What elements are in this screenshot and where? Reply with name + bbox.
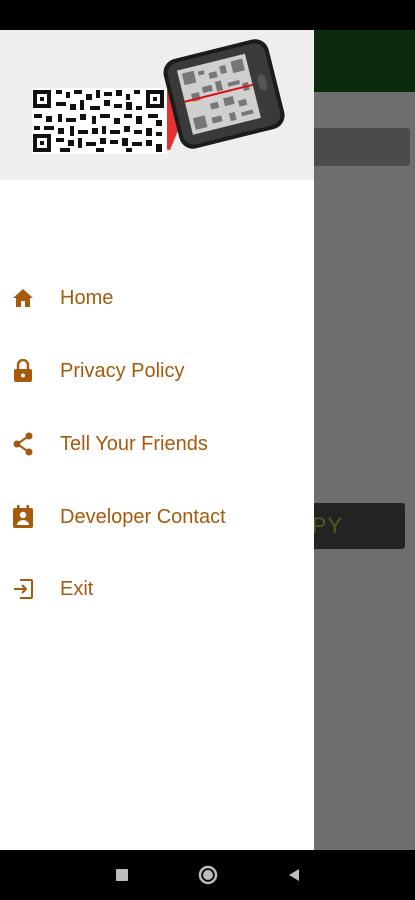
status-bar: [0, 0, 415, 30]
lock-icon: [10, 358, 36, 384]
circle-icon: [198, 865, 218, 885]
navigation-drawer: Home Privacy Policy Tell Your Friends De…: [0, 30, 314, 850]
menu-item-developer-contact[interactable]: Developer Contact: [0, 487, 314, 547]
drawer-header: [0, 30, 314, 180]
menu-item-label: Home: [60, 286, 114, 309]
square-icon: [116, 869, 128, 881]
qr-scanner-illustration: [32, 39, 285, 154]
recent-apps-button[interactable]: [108, 850, 136, 900]
share-icon: [10, 431, 36, 457]
home-button[interactable]: [194, 850, 222, 900]
menu-item-label: Tell Your Friends: [60, 432, 208, 455]
system-navigation-bar: [0, 850, 415, 900]
qr-code-icon: [32, 88, 167, 154]
back-button[interactable]: [280, 850, 308, 900]
phone-icon: [163, 39, 285, 149]
exit-icon: [10, 576, 36, 602]
menu-item-tell-your-friends[interactable]: Tell Your Friends: [0, 414, 314, 474]
menu-item-home[interactable]: Home: [0, 268, 314, 328]
back-triangle-icon: [289, 869, 299, 881]
app-input-field: [300, 128, 410, 166]
contact-icon: [10, 504, 36, 530]
menu-item-exit[interactable]: Exit: [0, 559, 314, 619]
home-icon: [10, 285, 36, 311]
menu-item-label: Privacy Policy: [60, 359, 185, 382]
menu-item-label: Exit: [60, 577, 94, 600]
menu-item-label: Developer Contact: [60, 505, 226, 528]
menu-item-privacy-policy[interactable]: Privacy Policy: [0, 341, 314, 401]
